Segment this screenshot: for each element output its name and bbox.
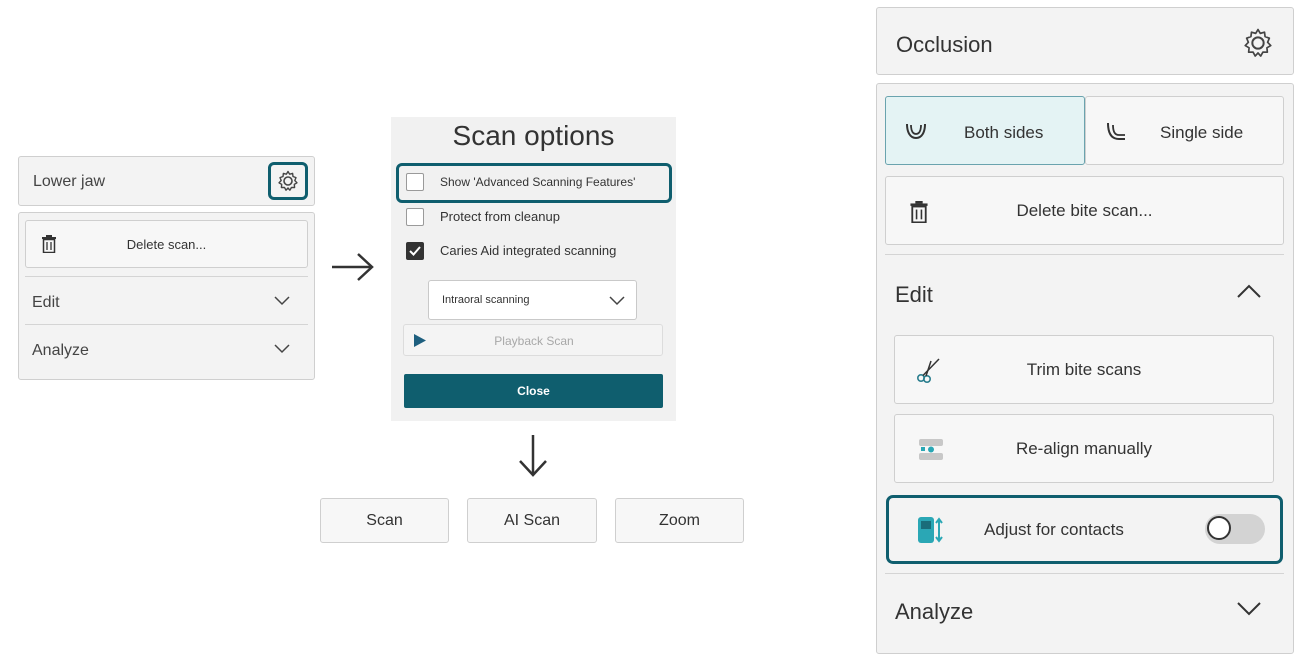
- scan-mode-value: Intraoral scanning: [442, 294, 530, 306]
- chevron-down-icon: [609, 296, 625, 306]
- gear-icon[interactable]: [276, 169, 300, 193]
- adjust-contacts-row: Adjust for contacts: [889, 498, 1280, 561]
- occlusion-title: Occlusion: [896, 32, 993, 57]
- trim-bite-scans-label: Trim bite scans: [1026, 359, 1142, 379]
- delete-bite-scan-label: Delete bite scan...: [1016, 200, 1153, 220]
- left-analyze-label: Analyze: [32, 342, 89, 359]
- arrow-down-icon: [519, 435, 547, 477]
- toggle-knob: [1207, 516, 1231, 540]
- close-button[interactable]: Close: [404, 374, 663, 408]
- ai-scan-button[interactable]: AI Scan: [467, 498, 597, 543]
- delete-scan-button[interactable]: Delete scan...: [25, 220, 308, 268]
- checkmark-icon: [409, 246, 421, 256]
- adjust-contacts-toggle[interactable]: [1205, 514, 1265, 544]
- left-edit-row[interactable]: Edit: [18, 278, 315, 324]
- right-analyze-label: Analyze: [895, 599, 974, 624]
- chevron-down-icon: [274, 344, 290, 354]
- trash-icon: [910, 201, 928, 223]
- gear-icon[interactable]: [1241, 26, 1275, 60]
- ai-scan-button-label: AI Scan: [503, 511, 561, 529]
- right-divider-2: [885, 573, 1284, 574]
- scissors-icon: [916, 358, 940, 383]
- zoom-button-label: Zoom: [659, 511, 700, 529]
- trash-icon: [42, 235, 56, 253]
- both-sides-button[interactable]: Both sides: [885, 96, 1085, 165]
- right-edit-label: Edit: [895, 282, 933, 307]
- caries-aid-label: Caries Aid integrated scanning: [440, 243, 617, 258]
- playback-scan-label: Playback Scan: [494, 334, 574, 348]
- zoom-button[interactable]: Zoom: [615, 498, 744, 543]
- both-sides-label: Both sides: [964, 123, 1044, 142]
- arrow-right-icon: [332, 253, 374, 281]
- scan-options-title: Scan options: [452, 120, 615, 151]
- left-divider-1: [25, 276, 308, 277]
- delete-bite-scan-button[interactable]: Delete bite scan...: [885, 176, 1284, 245]
- adjust-contacts-icon: [918, 517, 943, 543]
- left-edit-label: Edit: [32, 294, 60, 311]
- single-side-label: Single side: [1160, 123, 1244, 142]
- chevron-down-icon: [274, 296, 290, 306]
- playback-scan-button[interactable]: Playback Scan: [403, 324, 663, 356]
- trim-bite-scans-button[interactable]: Trim bite scans: [894, 335, 1274, 404]
- lower-jaw-title: Lower jaw: [33, 173, 106, 190]
- both-sides-icon: [906, 123, 926, 140]
- re-align-manually-button[interactable]: Re-align manually: [894, 414, 1274, 483]
- protect-cleanup-checkbox[interactable]: [406, 208, 424, 226]
- right-divider-1: [885, 254, 1284, 255]
- single-side-icon: [1107, 122, 1125, 140]
- left-divider-2: [25, 324, 308, 325]
- right-analyze-row[interactable]: Analyze: [876, 575, 1294, 649]
- left-analyze-row[interactable]: Analyze: [18, 326, 315, 372]
- chevron-up-icon: [1237, 284, 1261, 298]
- right-edit-row[interactable]: Edit: [876, 256, 1294, 330]
- re-align-manually-label: Re-align manually: [1015, 438, 1153, 458]
- advanced-features-checkbox[interactable]: [406, 173, 424, 191]
- scan-mode-select[interactable]: Intraoral scanning: [428, 280, 637, 320]
- chevron-down-icon: [1237, 602, 1261, 616]
- adjust-contacts-label: Adjust for contacts: [984, 520, 1124, 539]
- close-label: Close: [517, 384, 550, 398]
- protect-cleanup-label: Protect from cleanup: [440, 209, 560, 224]
- single-side-button[interactable]: Single side: [1085, 96, 1284, 165]
- caries-aid-checkbox[interactable]: [406, 242, 424, 260]
- occlusion-header: Occlusion: [876, 7, 1294, 75]
- scan-button[interactable]: Scan: [320, 498, 449, 543]
- teeth-align-icon: [919, 439, 943, 460]
- advanced-features-label: Show 'Advanced Scanning Features': [440, 175, 636, 189]
- scan-button-label: Scan: [366, 511, 403, 529]
- delete-scan-label: Delete scan...: [126, 236, 207, 252]
